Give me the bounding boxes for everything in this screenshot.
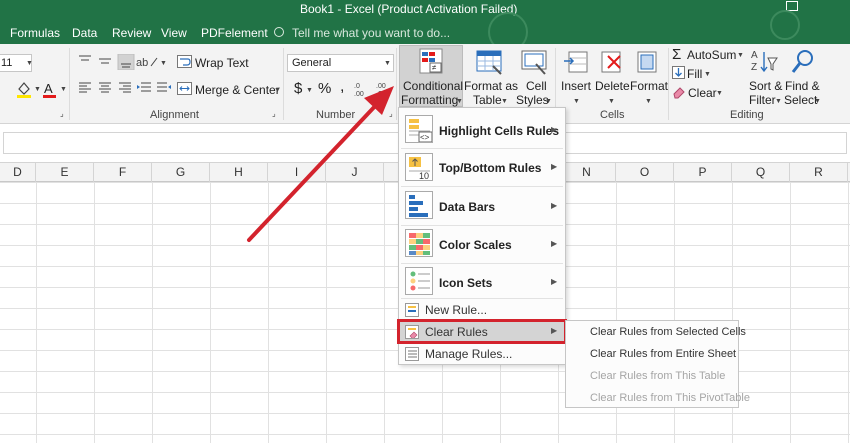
annotation-arrow: [247, 86, 394, 242]
